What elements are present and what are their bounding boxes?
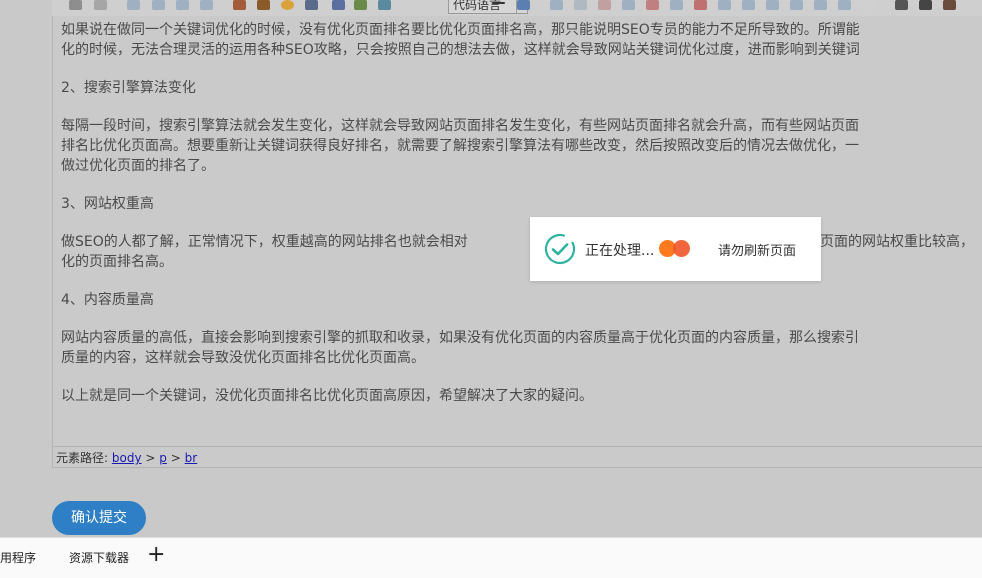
paragraph-line: 以上就是同一个关键词，没优化页面排名比优化页面高原因，希望解决了大家的疑问。 [61,388,593,404]
split-cells-icon[interactable] [742,0,755,10]
paragraph-line: 网站内容质量的高低，直接会影响到搜索引擎的抓取和收录，如果没有优化页面的内容质量… [61,330,859,346]
paragraph-line-fragment: 页面的网站权重比较高， [820,234,974,250]
processing-text: 正在处理... [585,243,655,259]
align-justify-icon[interactable] [200,0,213,10]
align-left-icon[interactable] [127,0,140,10]
table-icon[interactable] [550,0,563,10]
split-rows-icon[interactable] [766,0,779,10]
code-language-select[interactable]: 代码语言 ▼ [448,0,528,14]
loading-dots-icon [659,240,699,258]
video-icon[interactable] [305,0,318,10]
paragraph-line: 如果说在做同一个关键词优化的时候，没有优化页面排名要比优化页面排名高，那只能说明… [61,22,860,38]
element-path-bar: 元素路径: body > p > br [52,446,982,468]
insert-code-icon[interactable] [378,0,391,10]
link-icon[interactable] [69,0,82,10]
paragraph-line: 每隔一段时间，搜索引擎算法就会发生变化，这样就会导致网站页面排名发生变化，有些网… [61,118,859,134]
unlink-icon[interactable] [94,0,107,10]
split-cols-icon[interactable] [790,0,803,10]
editor-toolbar: 代码语言 ▼ [52,0,982,16]
bookmark-resource-downloader[interactable]: 资源下载器 [69,549,129,566]
paragraph-line: 质量的内容，这样就会导致没优化页面排名比优化页面高。 [61,350,425,366]
template-icon[interactable] [862,0,875,10]
processing-dialog: 正在处理... 请勿刷新页面 [530,217,821,281]
insert-row-icon[interactable] [574,0,587,10]
section-heading: 3、网站权重高 [61,196,154,212]
print-icon[interactable] [919,0,932,10]
section-heading: 4、内容质量高 [61,292,154,308]
path-crumb-body[interactable]: body [112,451,142,465]
table-props-icon[interactable] [814,0,827,10]
attachment-icon[interactable] [332,0,345,10]
cell-props-icon[interactable] [838,0,851,10]
section-heading: 2、搜索引擎算法变化 [61,80,196,96]
image-icon[interactable] [233,0,246,10]
paragraph-line: 化的页面排名高。 [61,254,173,270]
merge-down-icon[interactable] [718,0,731,10]
add-bookmark-button[interactable]: + [147,542,165,568]
preview-icon[interactable] [943,0,956,10]
align-center-icon[interactable] [152,0,165,10]
paragraph-line: 做SEO的人都了解，正常情况下，权重越高的网站排名也就会相对 [61,234,468,250]
merge-cells-icon[interactable] [670,0,683,10]
paragraph-line: 化的时候，无法合理灵活的运用各种SEO攻略，只会按照自己的想法去做，这样就会导致… [61,42,860,58]
emoticon-icon[interactable] [281,0,294,10]
path-separator: > [145,451,156,465]
delete-row-icon[interactable] [598,0,611,10]
align-right-icon[interactable] [176,0,189,10]
do-not-refresh-hint: 请勿刷新页面 [718,244,797,259]
bookmark-bar: 用程序 资源下载器 + [0,537,982,578]
paragraph-line: 排名比优化页面高。想要重新让关键词获得良好排名，就需要了解搜索引擎算法有哪些改变… [61,138,859,154]
special-char-icon[interactable] [517,0,530,10]
rich-text-editor[interactable]: 如果说在做同一个关键词优化的时候，没有优化页面排名要比优化页面排名高，那只能说明… [52,16,982,446]
path-crumb-br[interactable]: br [185,451,198,465]
horizontal-rule-icon[interactable] [492,2,505,4]
search-replace-icon[interactable] [895,0,908,10]
merge-right-icon[interactable] [694,0,707,10]
path-crumb-p[interactable]: p [159,451,167,465]
delete-col-icon[interactable] [646,0,659,10]
paragraph-line: 做过优化页面的排名了。 [61,158,215,174]
map-icon[interactable] [354,0,367,10]
check-circle-icon [544,233,576,265]
submit-button[interactable]: 确认提交 [52,501,146,535]
multi-image-icon[interactable] [257,0,270,10]
insert-col-icon[interactable] [622,0,635,10]
element-path-label: 元素路径: [56,451,109,465]
path-separator: > [170,451,181,465]
bookmark-apps[interactable]: 用程序 [0,549,36,566]
